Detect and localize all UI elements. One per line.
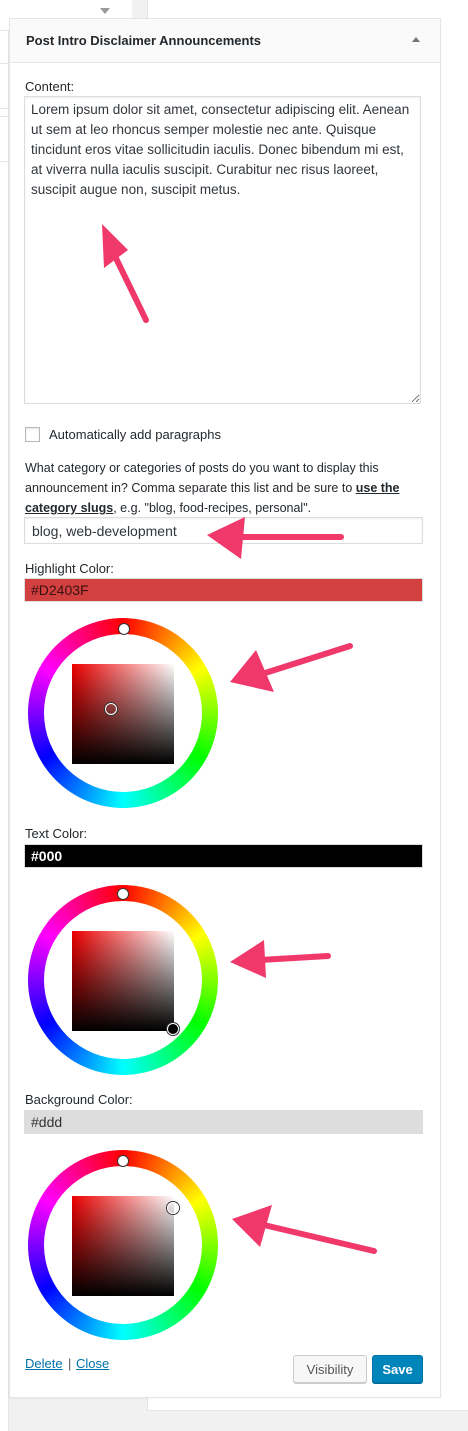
saturation-handle[interactable] bbox=[105, 703, 117, 715]
chevron-down-icon[interactable] bbox=[100, 8, 110, 14]
category-help-text: What category or categories of posts do … bbox=[25, 458, 430, 518]
widget-header[interactable]: Post Intro Disclaimer Announcements bbox=[10, 19, 440, 63]
left-column-edge bbox=[0, 0, 9, 1431]
link-separator: | bbox=[68, 1356, 72, 1371]
background-color-input[interactable] bbox=[24, 1110, 423, 1134]
content-label: Content: bbox=[25, 79, 75, 94]
autop-label: Automatically add paragraphs bbox=[49, 427, 221, 442]
delete-link[interactable]: Delete bbox=[25, 1356, 63, 1371]
category-input[interactable] bbox=[24, 517, 423, 544]
background-color-picker[interactable] bbox=[28, 1150, 218, 1340]
text-color-picker[interactable] bbox=[28, 885, 218, 1075]
background-color-label: Background Color: bbox=[25, 1092, 133, 1107]
content-textarea[interactable]: Lorem ipsum dolor sit amet, consectetur … bbox=[24, 96, 421, 404]
saturation-handle[interactable] bbox=[167, 1202, 179, 1214]
category-help-before: What category or categories of posts do … bbox=[25, 461, 379, 495]
autop-checkbox[interactable] bbox=[25, 427, 40, 442]
highlight-color-label: Highlight Color: bbox=[25, 561, 114, 576]
close-link[interactable]: Close bbox=[76, 1356, 109, 1371]
category-help-after: , e.g. "blog, food-recipes, personal". bbox=[113, 501, 312, 515]
collapse-arrow-icon[interactable] bbox=[412, 37, 420, 42]
widget-title: Post Intro Disclaimer Announcements bbox=[26, 33, 262, 48]
text-color-label: Text Color: bbox=[25, 826, 88, 841]
highlight-color-input[interactable] bbox=[24, 578, 423, 602]
left-column-row bbox=[0, 116, 8, 162]
hue-handle[interactable] bbox=[117, 1155, 129, 1167]
saturation-square[interactable] bbox=[72, 664, 174, 764]
text-color-input[interactable] bbox=[24, 844, 423, 868]
visibility-button[interactable]: Visibility bbox=[293, 1355, 367, 1383]
save-button[interactable]: Save bbox=[372, 1355, 423, 1383]
left-column-row bbox=[0, 63, 8, 109]
saturation-handle[interactable] bbox=[167, 1023, 179, 1035]
hue-handle[interactable] bbox=[118, 623, 130, 635]
highlight-color-picker[interactable] bbox=[28, 618, 218, 808]
saturation-square[interactable] bbox=[72, 931, 174, 1031]
hue-handle[interactable] bbox=[117, 888, 129, 900]
saturation-square[interactable] bbox=[72, 1196, 174, 1296]
